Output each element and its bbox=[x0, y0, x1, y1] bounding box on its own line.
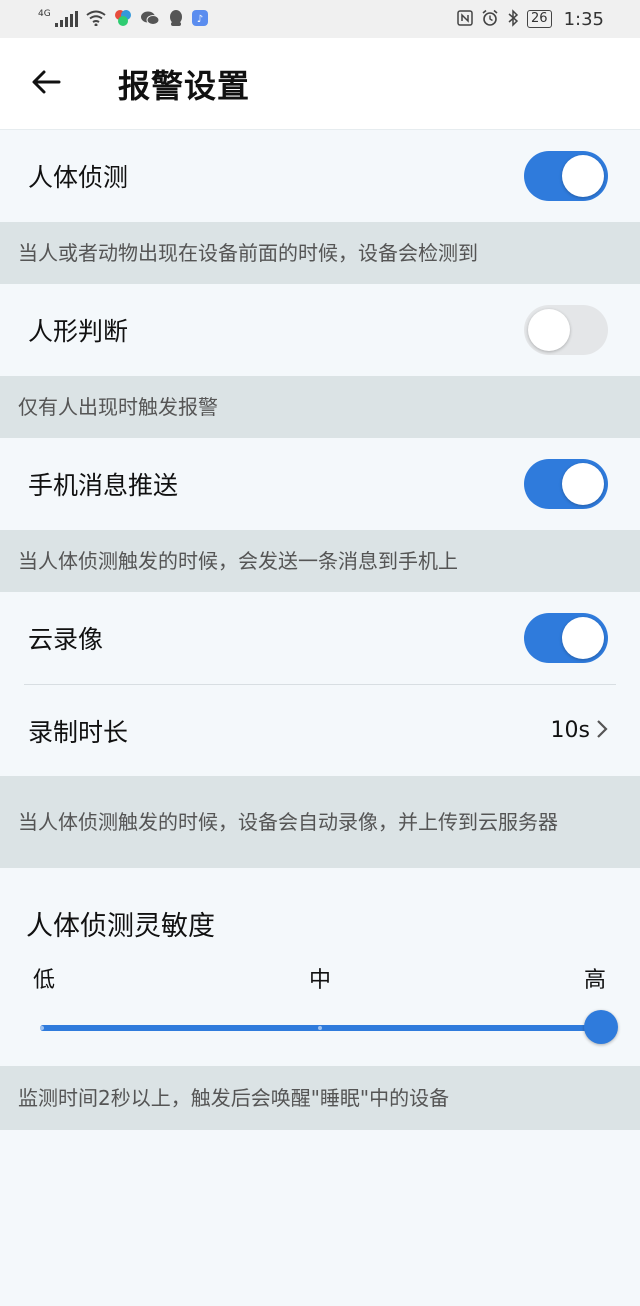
battery-level: 26 bbox=[527, 10, 552, 28]
human-detection-label: 人体侦测 bbox=[28, 163, 129, 192]
bluetooth-icon bbox=[507, 8, 519, 30]
human-shape-desc: 仅有人出现时触发报警 bbox=[0, 376, 640, 438]
record-duration-row[interactable]: 录制时长 10s bbox=[0, 685, 640, 776]
network-type: 4G bbox=[38, 8, 51, 19]
human-shape-row: 人形判断 bbox=[0, 284, 640, 376]
status-left: 4G ♪ bbox=[38, 9, 208, 30]
qq-icon bbox=[168, 9, 184, 30]
sensitivity-mid-label: 中 bbox=[309, 968, 332, 993]
cloud-record-toggle[interactable] bbox=[524, 613, 608, 663]
human-detection-desc: 当人或者动物出现在设备前面的时候，设备会检测到 bbox=[0, 222, 640, 284]
human-shape-label: 人形判断 bbox=[28, 317, 129, 346]
push-desc: 当人体侦测触发的时候，会发送一条消息到手机上 bbox=[0, 530, 640, 592]
cloud-record-row: 云录像 bbox=[0, 592, 640, 684]
page-title: 报警设置 bbox=[118, 66, 251, 105]
record-duration-text: 10s bbox=[550, 718, 590, 743]
nfc-icon bbox=[457, 9, 473, 29]
toggle-knob bbox=[562, 463, 604, 505]
status-bar: 4G ♪ 26 1:35 bbox=[0, 0, 640, 38]
push-toggle[interactable] bbox=[524, 459, 608, 509]
slider-tick-low bbox=[40, 1026, 44, 1030]
cloud-record-desc: 当人体侦测触发的时候，设备会自动录像，并上传到云服务器 bbox=[0, 776, 640, 868]
sensitivity-desc: 监测时间2秒以上，触发后会唤醒"睡眠"中的设备 bbox=[0, 1066, 640, 1130]
toggle-knob bbox=[562, 617, 604, 659]
wechat-icon bbox=[140, 10, 160, 29]
push-row: 手机消息推送 bbox=[0, 438, 640, 530]
signal-icon bbox=[54, 11, 78, 27]
status-right: 26 1:35 bbox=[457, 9, 604, 30]
sensitivity-section: 人体侦测灵敏度 低 中 高 bbox=[0, 868, 640, 1066]
human-detection-row: 人体侦测 bbox=[0, 130, 640, 222]
slider-tick-mid bbox=[318, 1026, 322, 1030]
human-shape-toggle[interactable] bbox=[524, 305, 608, 355]
app-header: 报警设置 bbox=[0, 38, 640, 130]
clock: 1:35 bbox=[563, 8, 604, 30]
push-label: 手机消息推送 bbox=[28, 471, 179, 500]
wifi-icon bbox=[86, 10, 106, 29]
record-duration-label: 录制时长 bbox=[28, 717, 129, 747]
sensitivity-low-label: 低 bbox=[33, 968, 56, 993]
record-duration-value[interactable]: 10s bbox=[551, 718, 608, 744]
sensitivity-title: 人体侦测灵敏度 bbox=[26, 911, 215, 942]
music-app-icon: ♪ bbox=[191, 9, 208, 29]
app-notification-icon bbox=[114, 9, 132, 30]
sensitivity-high-label: 高 bbox=[584, 968, 607, 993]
arrow-left-icon bbox=[31, 64, 61, 104]
alarm-icon bbox=[481, 9, 499, 30]
back-button[interactable] bbox=[16, 54, 76, 114]
sensitivity-slider-track[interactable] bbox=[40, 1025, 602, 1031]
toggle-knob bbox=[528, 309, 570, 351]
cloud-record-label: 云录像 bbox=[28, 625, 104, 654]
sensitivity-slider-thumb[interactable] bbox=[584, 1010, 618, 1044]
chevron-right-icon bbox=[596, 718, 608, 744]
human-detection-toggle[interactable] bbox=[524, 151, 608, 201]
svg-text:♪: ♪ bbox=[197, 14, 203, 25]
toggle-knob bbox=[562, 155, 604, 197]
